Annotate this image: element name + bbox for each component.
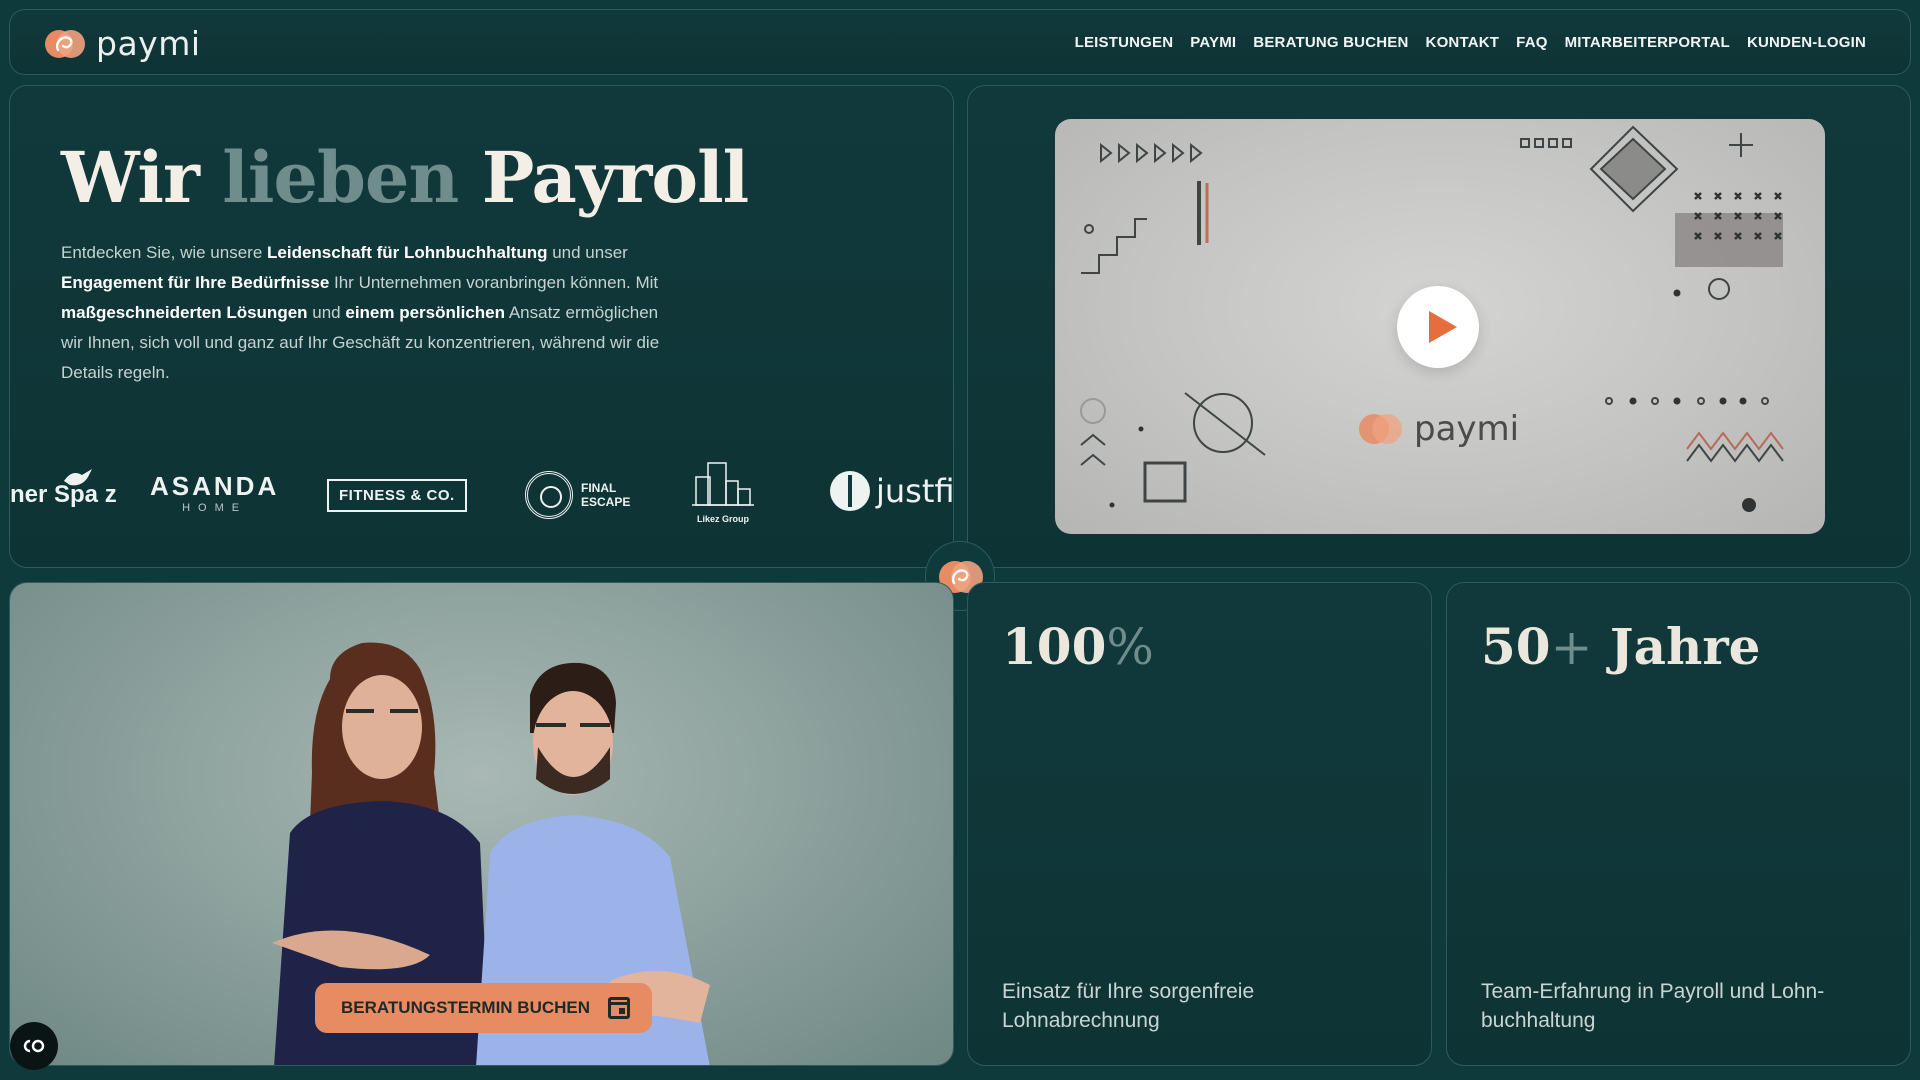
- site-header: paymi LEISTUNGEN PAYMI BERATUNG BUCHEN K…: [9, 9, 1911, 75]
- brand-final-line-2: ESCAPE: [581, 495, 631, 509]
- hero-text-part: und unser: [547, 243, 628, 262]
- nav-kunden-login[interactable]: KUNDEN-LOGIN: [1747, 34, 1866, 51]
- stat-card-commitment: 100% Einsatz für Ihre sorgenfreie Lohnab…: [967, 582, 1432, 1066]
- brand-final-line-1: FINAL: [581, 481, 617, 495]
- nav-paymi[interactable]: PAYMI: [1190, 34, 1236, 51]
- nav-kontakt[interactable]: KONTAKT: [1426, 34, 1500, 51]
- client-logos-strip: ner Spa z ASANDA HOME FITNESS & CO. FINA…: [10, 462, 954, 541]
- stat-value: 100: [1002, 617, 1107, 676]
- brand-final-escape-logo: FINAL ESCAPE: [525, 471, 630, 519]
- hero-text-bold: maßgeschneiderten Lösungen: [61, 303, 308, 322]
- brand-justfit-logo: justfit: [830, 471, 954, 511]
- stat-suffix: %: [1106, 618, 1154, 676]
- brand-asanda-name: ASANDA: [150, 471, 280, 501]
- hero-text-part: und: [307, 303, 346, 322]
- site-logo[interactable]: paymi: [44, 24, 201, 63]
- brand-fitness-logo: FITNESS & CO.: [327, 479, 467, 512]
- brand-likez-text: Likez Group: [696, 514, 749, 524]
- hero-title: Wir lieben Payroll: [61, 136, 750, 219]
- video-paymi-logo: paymi: [1358, 409, 1519, 449]
- stat-description: Team-Erfahrung in Payroll und Lohn-buchh…: [1481, 980, 1825, 1032]
- calendar-icon: [608, 997, 631, 1019]
- justfit-mark-icon: [830, 471, 870, 511]
- hero-text-bold: einem persönlichen: [345, 303, 506, 322]
- book-consultation-button[interactable]: BERATUNGSTERMIN BUCHEN: [315, 983, 653, 1033]
- brand-asanda-logo: ASANDA HOME: [150, 471, 279, 514]
- nav-beratung-buchen[interactable]: BERATUNG BUCHEN: [1253, 34, 1408, 51]
- hero-title-word-1: Wir: [61, 136, 200, 219]
- hero-text-bold: Engagement für Ihre Bedürfnisse: [61, 273, 330, 292]
- hero-text-bold: Leidenschaft für Lohnbuchhaltung: [267, 243, 548, 262]
- stat-unit: Jahre: [1592, 617, 1761, 676]
- nav-faq[interactable]: FAQ: [1516, 34, 1547, 51]
- brand-asanda-sub: HOME: [182, 502, 248, 514]
- cookie-settings-icon: [23, 1039, 45, 1053]
- paymi-logo-icon: [45, 29, 85, 58]
- video-player[interactable]: paymi: [1055, 119, 1825, 534]
- main-nav: LEISTUNGEN PAYMI BERATUNG BUCHEN KONTAKT…: [1075, 34, 1866, 51]
- stat-number: 100%: [1002, 617, 1154, 676]
- brand-final-escape-text: FINAL ESCAPE: [581, 481, 630, 509]
- hero-text-part: Ihr Unternehmen voranbringen können. Mit: [329, 273, 659, 292]
- maze-icon: [525, 471, 573, 519]
- bird-icon: [64, 469, 92, 486]
- stat-suffix: +: [1550, 618, 1593, 676]
- brand-justfit-text: justfit: [876, 472, 954, 510]
- hero-card: Wir lieben Payroll Entdecken Sie, wie un…: [9, 85, 954, 568]
- cookie-settings-button[interactable]: [10, 1022, 58, 1070]
- stat-card-experience: 50+ Jahre Team-Erfahrung in Payroll und …: [1446, 582, 1911, 1066]
- paymi-logo-icon: [1359, 414, 1402, 444]
- book-consultation-label: BERATUNGSTERMIN BUCHEN: [341, 998, 591, 1017]
- team-card: BERATUNGSTERMIN BUCHEN: [9, 582, 954, 1066]
- nav-mitarbeiterportal[interactable]: MITARBEITERPORTAL: [1565, 34, 1730, 51]
- hero-title-word-2: lieben: [222, 136, 459, 219]
- hero-text-part: Entdecken Sie, wie unsere: [61, 243, 268, 262]
- stat-number: 50+ Jahre: [1481, 617, 1760, 676]
- brand-likez-logo: Likez Group: [692, 461, 754, 524]
- video-logo-text: paymi: [1414, 409, 1520, 449]
- stat-value: 50: [1481, 617, 1551, 676]
- buildings-icon: [692, 462, 754, 506]
- play-button[interactable]: [1397, 286, 1479, 368]
- hero-title-word-3: Payroll: [481, 136, 750, 219]
- brand-spatz-logo: ner Spa z: [10, 469, 117, 509]
- hero-description: Entdecken Sie, wie unsere Leidenschaft f…: [61, 238, 681, 388]
- video-card: paymi: [967, 85, 1911, 568]
- logo-text: paymi: [96, 24, 201, 63]
- stat-description: Einsatz für Ihre sorgenfreie Lohnabrechn…: [1002, 980, 1255, 1032]
- nav-leistungen[interactable]: LEISTUNGEN: [1075, 34, 1174, 51]
